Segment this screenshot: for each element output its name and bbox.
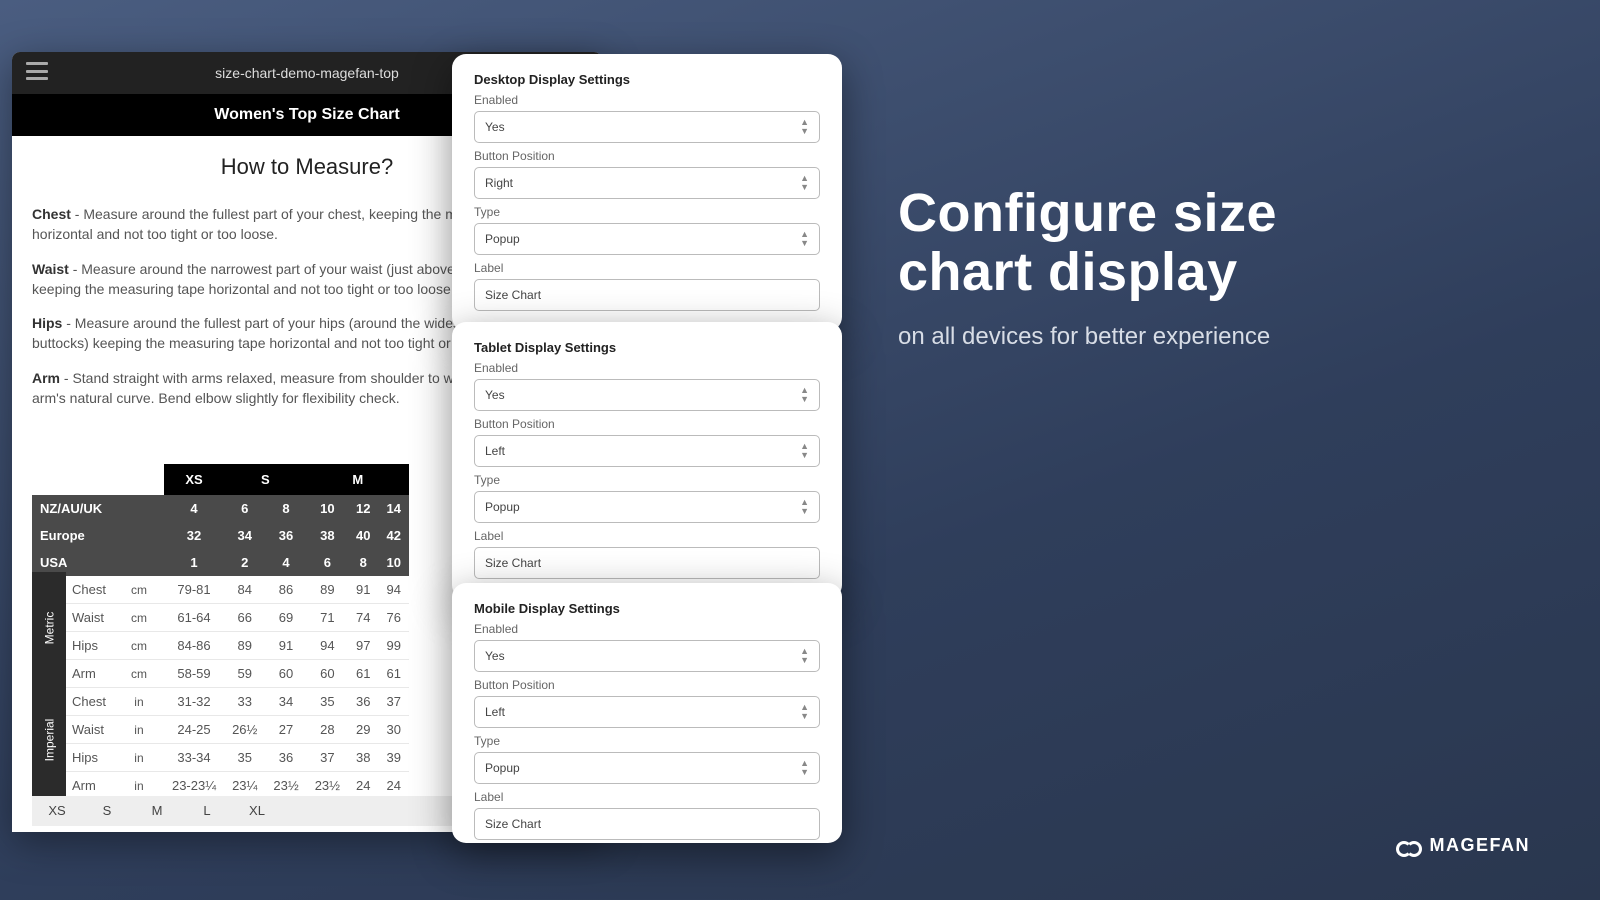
chevron-updown-icon	[800, 759, 809, 777]
page-url: size-chart-demo-magefan-top	[215, 65, 399, 81]
mobile-settings-card: Mobile Display Settings Enabled Yes Butt…	[452, 583, 842, 843]
table-row: Chestin31-323334353637	[32, 688, 409, 716]
card-title: Mobile Display Settings	[474, 601, 820, 616]
field-label: Button Position	[474, 417, 820, 431]
field-label: Type	[474, 205, 820, 219]
table-row: Hipsin33-343536373839	[32, 744, 409, 772]
table-row: USA1246810	[32, 549, 409, 576]
chevron-updown-icon	[800, 174, 809, 192]
size-chart-table: XS S M NZ/AU/UK468101214 Europe323436384…	[32, 464, 409, 800]
table-header-row: XS S M	[32, 464, 409, 495]
table-row: Armcm58-595960606161	[32, 660, 409, 688]
button-position-select[interactable]: Left	[474, 696, 820, 728]
table-row: NZ/AU/UK468101214	[32, 495, 409, 522]
field-label: Label	[474, 261, 820, 275]
marketing-headline: Configure size chart display on all devi…	[898, 184, 1277, 351]
size-footer: XSSMLXL	[32, 796, 452, 826]
magefan-icon	[1396, 836, 1420, 856]
field-label: Label	[474, 529, 820, 543]
button-position-select[interactable]: Left	[474, 435, 820, 467]
field-label: Enabled	[474, 361, 820, 375]
hamburger-icon[interactable]	[26, 62, 48, 80]
headline-title: Configure size chart display	[898, 184, 1277, 303]
button-position-select[interactable]: Right	[474, 167, 820, 199]
brand-name: MAGEFAN	[1430, 835, 1531, 856]
enabled-select[interactable]: Yes	[474, 379, 820, 411]
field-label: Button Position	[474, 678, 820, 692]
chevron-updown-icon	[800, 647, 809, 665]
chevron-updown-icon	[800, 442, 809, 460]
tablet-settings-card: Tablet Display Settings Enabled Yes Butt…	[452, 322, 842, 599]
label-input[interactable]: Size Chart	[474, 547, 820, 579]
field-label: Enabled	[474, 622, 820, 636]
card-title: Tablet Display Settings	[474, 340, 820, 355]
enabled-select[interactable]: Yes	[474, 111, 820, 143]
chevron-updown-icon	[800, 230, 809, 248]
table-row: Waistcm61-646669717476	[32, 604, 409, 632]
label-input[interactable]: Size Chart	[474, 808, 820, 840]
card-title: Desktop Display Settings	[474, 72, 820, 87]
chevron-updown-icon	[800, 703, 809, 721]
desktop-settings-card: Desktop Display Settings Enabled Yes But…	[452, 54, 842, 331]
field-label: Enabled	[474, 93, 820, 107]
metric-label: Metric	[32, 572, 66, 684]
field-label: Label	[474, 790, 820, 804]
headline-subtitle: on all devices for better experience	[898, 323, 1277, 351]
table-row: Europe323436384042	[32, 522, 409, 549]
label-input[interactable]: Size Chart	[474, 279, 820, 311]
field-label: Type	[474, 473, 820, 487]
type-select[interactable]: Popup	[474, 223, 820, 255]
chevron-updown-icon	[800, 118, 809, 136]
table-row: Waistin24-2526½27282930	[32, 716, 409, 744]
field-label: Button Position	[474, 149, 820, 163]
imperial-label: Imperial	[32, 684, 66, 796]
type-select[interactable]: Popup	[474, 752, 820, 784]
enabled-select[interactable]: Yes	[474, 640, 820, 672]
table-row: Hipscm84-868991949799	[32, 632, 409, 660]
type-select[interactable]: Popup	[474, 491, 820, 523]
table-row: Chestcm79-818486899194	[32, 576, 409, 604]
chevron-updown-icon	[800, 386, 809, 404]
brand-logo: MAGEFAN	[1396, 835, 1531, 856]
chevron-updown-icon	[800, 498, 809, 516]
field-label: Type	[474, 734, 820, 748]
